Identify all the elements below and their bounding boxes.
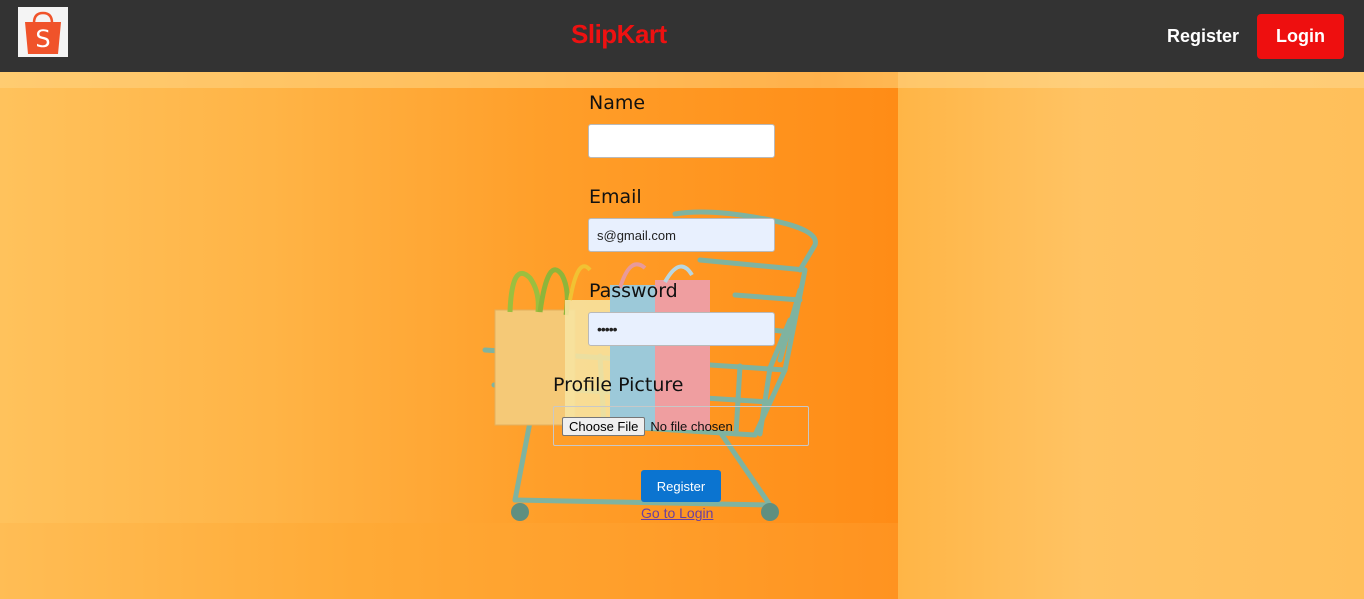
choose-file-button[interactable]: Choose File bbox=[562, 416, 646, 436]
svg-text:S: S bbox=[35, 25, 50, 53]
background-bottom-panel bbox=[0, 523, 898, 599]
password-label: Password bbox=[589, 280, 678, 302]
nav-login-button[interactable]: Login bbox=[1257, 14, 1344, 59]
password-input[interactable]: ••••• bbox=[588, 312, 775, 346]
name-input[interactable] bbox=[588, 124, 775, 158]
profile-picture-file-input[interactable]: Choose File No file chosen bbox=[553, 406, 809, 446]
register-submit-button[interactable]: Register bbox=[641, 470, 721, 502]
nav-register-link[interactable]: Register bbox=[1167, 26, 1239, 47]
brand-title[interactable]: SlipKart bbox=[571, 19, 667, 50]
name-label: Name bbox=[589, 92, 646, 114]
background-right-panel bbox=[898, 72, 1364, 599]
navbar: S SlipKart Register Login bbox=[0, 0, 1364, 72]
go-to-login-link[interactable]: Go to Login bbox=[641, 505, 713, 521]
file-status-text: No file chosen bbox=[650, 418, 733, 434]
background-band-right bbox=[898, 72, 1364, 88]
email-input[interactable]: s@gmail.com bbox=[588, 218, 775, 252]
profile-picture-label: Profile Picture bbox=[553, 374, 684, 396]
email-label: Email bbox=[589, 186, 642, 208]
shopping-bag-icon[interactable]: S bbox=[18, 7, 68, 57]
